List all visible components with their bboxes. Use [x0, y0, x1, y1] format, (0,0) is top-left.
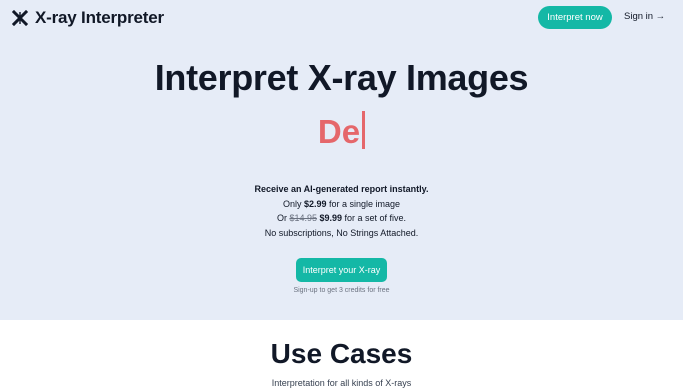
typed-text-value: De — [317, 113, 361, 150]
pricing-pitch: Receive an AI-generated report instantly… — [0, 182, 683, 240]
pitch-headline: Receive an AI-generated report instantly… — [254, 184, 429, 194]
hero-title: Interpret X-ray Images — [154, 57, 529, 98]
brand-name: X-ray Interpreter — [35, 8, 164, 27]
interpret-now-button[interactable]: Interpret now — [538, 6, 612, 29]
brand[interactable]: X-ray Interpreter — [11, 8, 164, 28]
x-logo-icon — [11, 9, 29, 27]
bundle-suffix: for a set of five. — [342, 213, 407, 223]
free-credits-note: Sign-up to get 3 credits for free — [293, 287, 390, 294]
typing-caret — [362, 111, 366, 149]
top-navbar: X-ray Interpreter Interpret now Sign in … — [0, 0, 683, 36]
price-prefix: Only — [282, 198, 304, 209]
interpret-xray-button[interactable]: Interpret your X-ray — [296, 258, 387, 282]
use-cases-title: Use Cases — [270, 338, 413, 369]
typing-text: De — [0, 111, 683, 151]
sign-in-link[interactable]: Sign in → — [624, 11, 665, 22]
bundle-prefix: Or — [276, 213, 290, 223]
bundle-price: $9.99 — [319, 213, 343, 223]
five-image-price-line: Or $14.95 $9.99 for a set of five. — [0, 211, 683, 226]
no-subscriptions-line: No subscriptions, No Strings Attached. — [264, 227, 419, 238]
single-image-price: $2.99 — [303, 198, 327, 209]
old-price: $14.95 — [289, 213, 317, 223]
use-cases-subtitle: Interpretation for all kinds of X-rays — [271, 378, 412, 388]
single-image-price-line: Only $2.99 for a single image — [0, 197, 683, 212]
price-suffix: for a single image — [326, 198, 401, 209]
